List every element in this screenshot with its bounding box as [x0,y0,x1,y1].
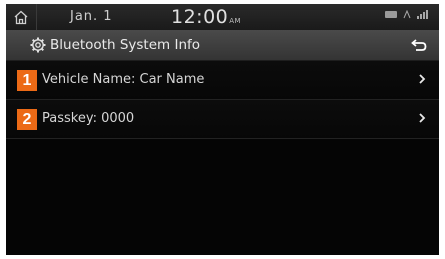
infotainment-screen: Jan. 1 12:00AM Bluetooth System Info 1 V… [6,4,439,255]
settings-gear-icon [30,37,46,53]
chevron-right-icon [419,74,426,84]
list-item-vehicle-name[interactable]: 1 Vehicle Name: Car Name [6,61,439,100]
status-bar: Jan. 1 12:00AM [6,4,439,30]
bluetooth-signal-icon [403,10,411,19]
item-number-badge: 2 [17,109,37,130]
home-icon [14,10,28,24]
home-button[interactable] [6,4,37,30]
page-title: Bluetooth System Info [50,37,201,53]
back-button[interactable] [399,30,439,60]
chevron-right-icon [419,113,426,123]
date-display: Jan. 1 [70,9,113,24]
phone-signal-icon [417,10,428,19]
passkey-label: Passkey: 0000 [42,111,135,126]
list-item-passkey[interactable]: 2 Passkey: 0000 [6,100,439,139]
title-bar: Bluetooth System Info [6,30,439,61]
info-list: 1 Vehicle Name: Car Name 2 Passkey: 0000 [6,61,439,139]
status-icons [385,10,429,19]
time-display: 12:00AM [171,6,241,28]
ampm-indicator: AM [229,17,242,25]
battery-icon [385,11,397,18]
vehicle-name-label: Vehicle Name: Car Name [42,72,205,87]
item-number-badge: 1 [17,70,37,91]
time-value: 12:00 [171,6,229,28]
back-arrow-icon [411,39,427,51]
